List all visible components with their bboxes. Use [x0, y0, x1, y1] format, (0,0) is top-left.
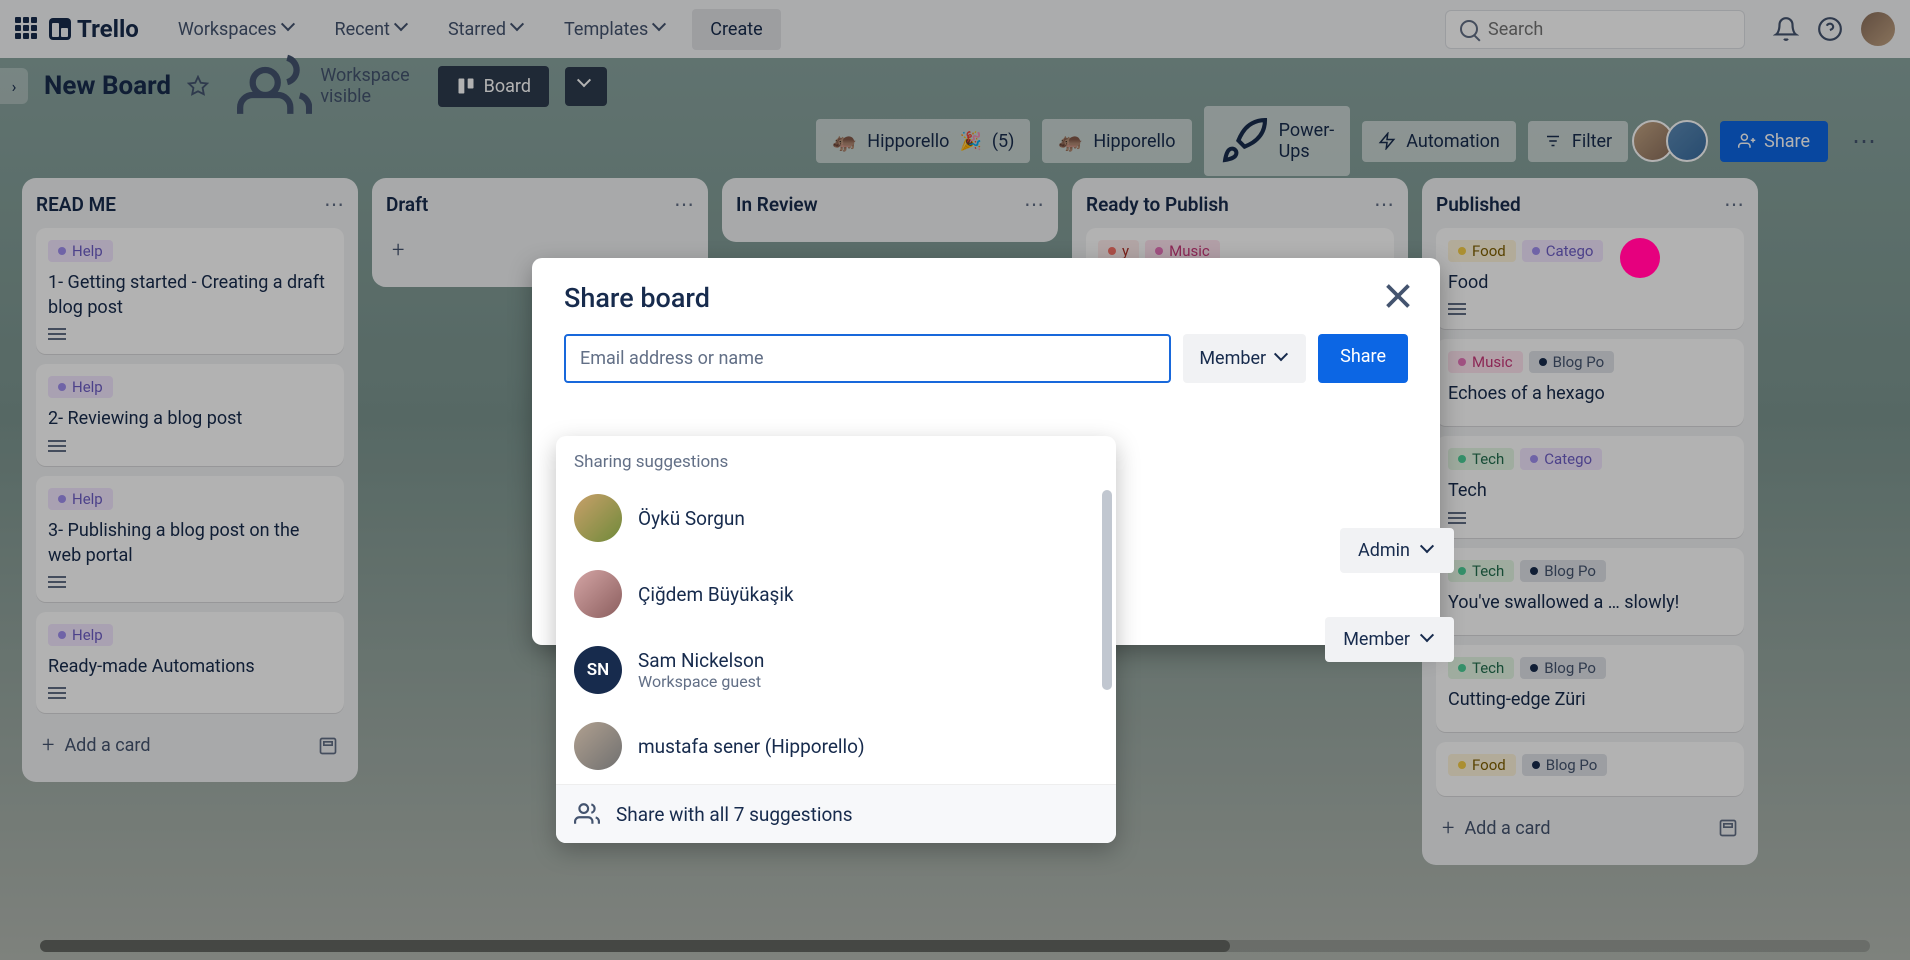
- suggestion-subtitle: Workspace guest: [638, 672, 764, 691]
- suggestion-name: Çiğdem Büyükaşik: [638, 583, 794, 606]
- chevron-down-icon: [1422, 544, 1436, 558]
- suggestion-avatar: [574, 722, 622, 770]
- suggestion-item[interactable]: Öykü Sorgun: [556, 480, 1116, 556]
- close-button[interactable]: [1380, 278, 1416, 314]
- modal-title: Share board: [564, 282, 1408, 314]
- suggestions-header: Sharing suggestions: [556, 436, 1116, 480]
- chevron-down-icon: [1422, 633, 1436, 647]
- role-select[interactable]: Member: [1183, 334, 1306, 383]
- suggestion-avatar: [574, 570, 622, 618]
- member-role-member[interactable]: Member: [1325, 617, 1454, 662]
- suggestion-avatar: [574, 494, 622, 542]
- close-icon: [1380, 278, 1416, 314]
- group-icon: [574, 801, 600, 827]
- suggestion-item[interactable]: SN Sam NickelsonWorkspace guest: [556, 632, 1116, 708]
- suggestion-name: Öykü Sorgun: [638, 507, 745, 530]
- highlight-dot: [1620, 238, 1660, 278]
- sharing-suggestions-dropdown: Sharing suggestions Öykü Sorgun Çiğdem Bü…: [556, 436, 1116, 843]
- suggestions-scrollbar[interactable]: [1102, 490, 1112, 690]
- chevron-down-icon: [1276, 352, 1290, 366]
- suggestion-item[interactable]: Çiğdem Büyükaşik: [556, 556, 1116, 632]
- suggestion-name: mustafa sener (Hipporello): [638, 735, 865, 758]
- email-input[interactable]: [564, 334, 1171, 383]
- suggestion-avatar: SN: [574, 646, 622, 694]
- share-submit-button[interactable]: Share: [1318, 334, 1408, 383]
- member-role-admin[interactable]: Admin: [1340, 528, 1454, 573]
- share-all-button[interactable]: Share with all 7 suggestions: [556, 784, 1116, 843]
- suggestion-item[interactable]: mustafa sener (Hipporello): [556, 708, 1116, 784]
- suggestion-name: Sam Nickelson: [638, 649, 764, 672]
